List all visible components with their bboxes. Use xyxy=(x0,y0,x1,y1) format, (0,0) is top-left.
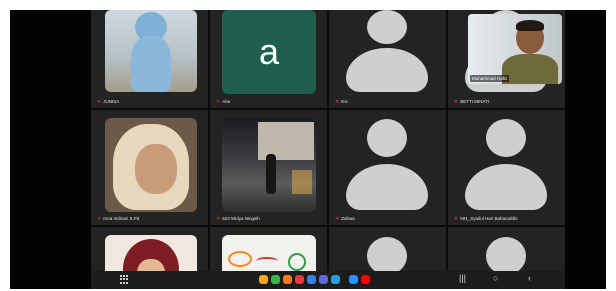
mic-muted-icon: ✕ xyxy=(216,99,221,105)
avatar-head-icon xyxy=(367,237,407,275)
person-hair xyxy=(516,20,544,31)
participant-tile-widya[interactable]: ✕ 624 Widya Ningsih xyxy=(210,110,327,225)
zoom-gallery-view: ✕ JUNISA a ✕ Abe ✕ Evi Muhammad Hafiz ✕ … xyxy=(10,10,606,289)
participant-name: ✕ BETTI MINATI xyxy=(454,99,490,105)
avatar-body-icon xyxy=(346,164,428,210)
avatar-body-icon xyxy=(346,48,428,92)
avatar-head-icon xyxy=(486,119,526,157)
participant-name: ✕ Irma Indriani S.Pd xyxy=(97,216,140,222)
drawing-orange xyxy=(228,251,252,267)
phone-screenshot: ✕ JUNISA a ✕ Abe ✕ Evi Muhammad Hafiz ✕ … xyxy=(0,0,616,291)
mic-muted-icon: ✕ xyxy=(335,216,340,222)
mic-muted-icon: ✕ xyxy=(335,99,340,105)
participant-name: ✕ 624 Widya Ningsih xyxy=(216,216,260,222)
avatar-head-icon xyxy=(367,119,407,157)
road-light xyxy=(292,170,312,194)
participant-name: ✕ Evi xyxy=(335,99,348,105)
participant-photo xyxy=(105,118,197,212)
mic-muted-icon: ✕ xyxy=(97,216,102,222)
mic-muted-icon: ✕ xyxy=(454,216,459,222)
participant-tile-zahwa[interactable]: ✕ Zahwa xyxy=(329,110,446,225)
person-body xyxy=(131,36,171,92)
letter-avatar: a xyxy=(222,10,316,94)
drawing-green xyxy=(288,253,306,271)
participant-grid: ✕ JUNISA a ✕ Abe ✕ Evi Muhammad Hafiz ✕ … xyxy=(91,10,565,289)
dock-apps xyxy=(259,275,373,284)
person-body xyxy=(502,54,558,84)
play-store-icon[interactable] xyxy=(331,275,340,284)
zoom-icon[interactable] xyxy=(349,275,358,284)
self-view-overlay[interactable]: Muhammad Hafiz xyxy=(468,14,562,84)
participant-name: ✕ JUNISA xyxy=(97,99,120,105)
messages-icon[interactable] xyxy=(307,275,316,284)
back-button[interactable]: ‹ xyxy=(528,273,531,283)
avatar-head-icon xyxy=(367,10,407,44)
participant-photo xyxy=(105,10,197,92)
person-face xyxy=(135,144,177,194)
self-view-name: Muhammad Hafiz xyxy=(470,75,510,82)
android-taskbar: ||| ○ ‹ xyxy=(91,271,565,289)
home-button[interactable]: ○ xyxy=(493,273,498,283)
participant-tile-betti[interactable]: Muhammad Hafiz ✕ BETTI MINATI xyxy=(448,10,565,108)
participant-tile-evi[interactable]: ✕ Evi xyxy=(329,10,446,108)
person-silhouette xyxy=(266,154,276,194)
contacts-icon[interactable] xyxy=(283,275,292,284)
avatar-head-icon xyxy=(486,237,526,275)
gallery-icon[interactable] xyxy=(259,275,268,284)
avatar-letter: a xyxy=(258,31,280,72)
app-drawer-icon[interactable] xyxy=(120,275,129,284)
mic-muted-icon: ✕ xyxy=(454,99,459,105)
youtube-icon[interactable] xyxy=(361,275,370,284)
participant-name: ✕ 591_Syaiful Hari Baharuddin xyxy=(454,216,518,222)
phone-icon[interactable] xyxy=(271,275,280,284)
chat-icon[interactable] xyxy=(319,275,328,284)
participant-tile-junisa[interactable]: ✕ JUNISA xyxy=(91,10,208,108)
mic-muted-icon: ✕ xyxy=(97,99,102,105)
participant-name: ✕ Abe xyxy=(216,99,231,105)
mic-muted-icon: ✕ xyxy=(216,216,221,222)
recents-button[interactable]: ||| xyxy=(459,273,466,283)
drawing-red xyxy=(256,257,278,265)
participant-photo xyxy=(222,118,316,212)
participant-name: ✕ Zahwa xyxy=(335,216,355,222)
participant-tile-syaiful[interactable]: ✕ 591_Syaiful Hari Baharuddin xyxy=(448,110,565,225)
participant-tile-irma[interactable]: ✕ Irma Indriani S.Pd xyxy=(91,110,208,225)
avatar-body-icon xyxy=(465,164,547,210)
camera-icon[interactable] xyxy=(295,275,304,284)
participant-tile-abe[interactable]: a ✕ Abe xyxy=(210,10,327,108)
